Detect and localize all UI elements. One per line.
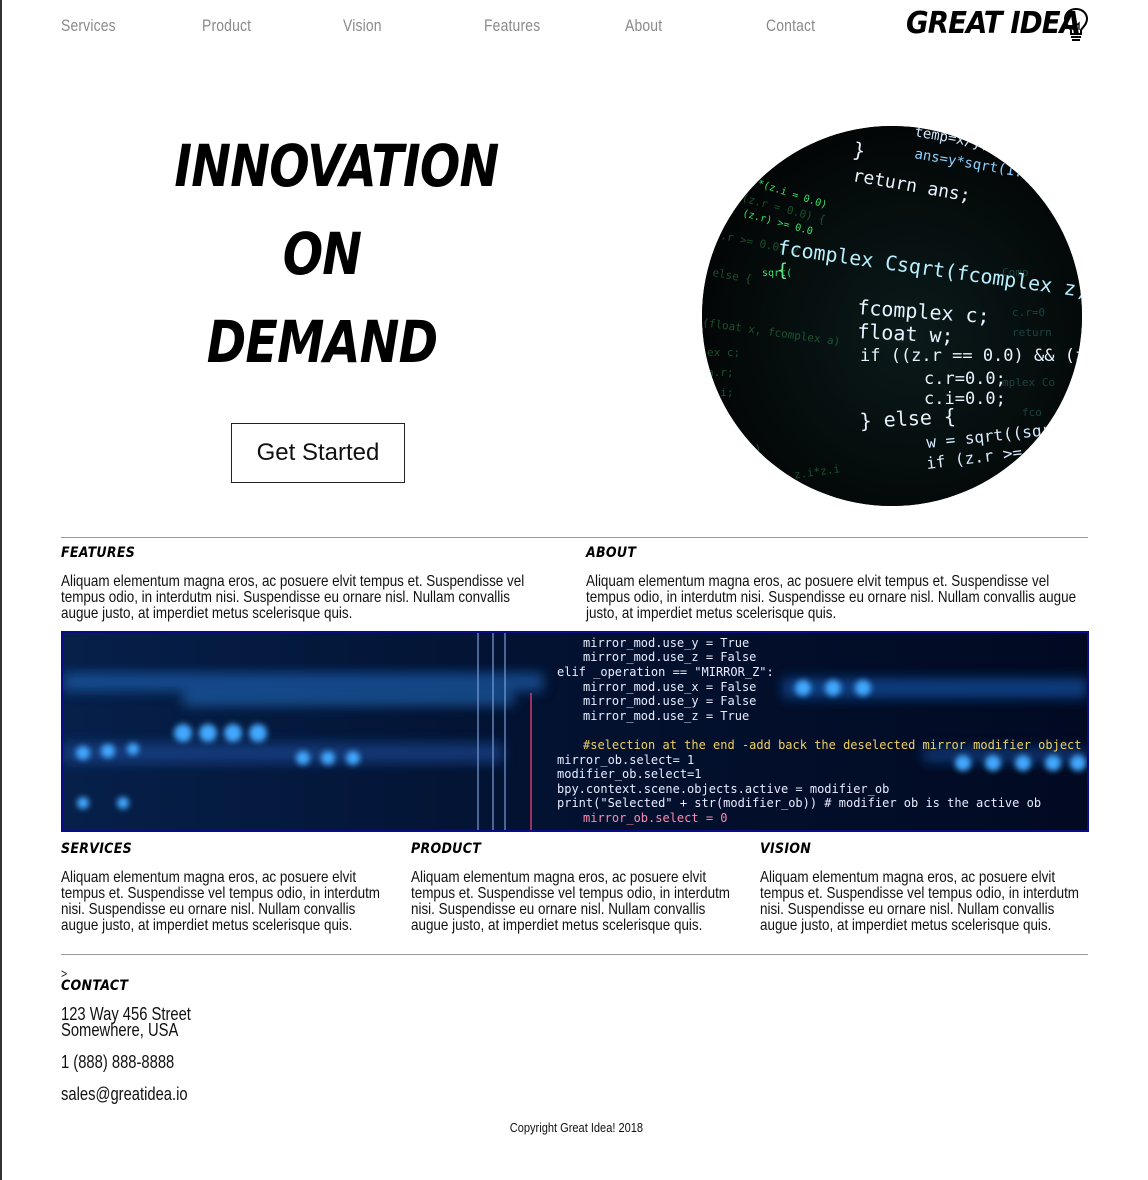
svg-text:omplex z): omplex z): [702, 442, 762, 459]
code-banner: mirror_mod.use_y = True mirror_mod.use_z…: [63, 633, 1087, 830]
svg-text:sqrt(: sqrt(: [762, 268, 792, 279]
lightbulb-icon: [1063, 7, 1089, 41]
about-heading: ABOUT: [586, 545, 637, 561]
code-line: mirror_mod.use_z = True: [583, 709, 749, 723]
nav-link-features[interactable]: Features: [484, 16, 540, 36]
svg-text:a.i;: a.i;: [707, 386, 734, 399]
code-line: modifier_ob.select=1: [557, 767, 702, 781]
product-heading: PRODUCT: [411, 841, 482, 857]
code-line: mirror_mod.use_y = True: [583, 636, 749, 650]
code-banner-image: mirror_mod.use_y = True mirror_mod.use_z…: [61, 631, 1089, 832]
contact-phone[interactable]: 1 (888) 888-8888: [61, 1053, 174, 1071]
code-circle-image: if (z.r = 0.0) { (z.r >= 0.0) ? else { (…: [702, 126, 1082, 506]
services-heading: SERVICES: [61, 841, 132, 857]
nav-link-vision[interactable]: Vision: [343, 16, 382, 36]
services-text: Aliquam elementum magna eros, ac posuere…: [61, 869, 381, 934]
hero-title: INNOVATION ON DEMAND: [174, 122, 499, 386]
about-text: Aliquam elementum magna eros, ac posuere…: [586, 573, 1077, 622]
code-line: elif _operation == "MIRROR_Z":: [557, 665, 774, 679]
divider: [61, 954, 1088, 955]
svg-text:return: return: [1012, 326, 1052, 339]
code-line: mirror_mod.use_x = False: [583, 680, 756, 694]
svg-text:ex c;: ex c;: [707, 346, 740, 359]
features-text: Aliquam elementum magna eros, ac posuere…: [61, 573, 525, 622]
nav-link-contact[interactable]: Contact: [766, 16, 815, 36]
nav-link-services[interactable]: Services: [61, 16, 116, 36]
code-line: mirror_ob.select = 0: [583, 811, 728, 825]
code-line: mirror_mod.use_y = False: [583, 694, 756, 708]
code-image: if (z.r = 0.0) { (z.r >= 0.0) ? else { (…: [702, 126, 1082, 506]
svg-text:fco: fco: [1022, 406, 1042, 419]
code-line: } else {: [859, 404, 956, 433]
product-text: Aliquam elementum magna eros, ac posuere…: [411, 869, 731, 934]
contact-address-line2: Somewhere, USA: [61, 1020, 179, 1040]
code-line: mirror_mod.use_z = False: [583, 650, 756, 664]
svg-text:a.r;: a.r;: [707, 366, 734, 379]
svg-text:c;: c;: [702, 406, 715, 419]
vision-heading: VISION: [760, 841, 812, 857]
hero-title-line: INNOVATION: [174, 132, 499, 200]
features-heading: FEATURES: [61, 545, 136, 561]
get-started-button[interactable]: Get Started: [231, 423, 405, 483]
logo-text[interactable]: GREAT IDEA: [906, 6, 1081, 41]
divider: [61, 537, 1088, 538]
nav-link-product[interactable]: Product: [202, 16, 251, 36]
code-line: c.r=0.0;: [924, 369, 1006, 389]
contact-heading: CONTACT: [61, 978, 129, 994]
copyright-text: Copyright Great Idea! 2018: [509, 1120, 643, 1135]
footer: Copyright Great Idea! 2018: [2, 1120, 1148, 1135]
svg-text:c.r=0: c.r=0: [1012, 306, 1045, 319]
code-line: float w;: [857, 319, 954, 348]
code-line: if ((z.r == 0.0) && (z.i == 0.0)) {: [860, 346, 1082, 366]
code-line: print("Selected" + str(modifier_ob)) # m…: [557, 796, 1041, 810]
code-line: #selection at the end -add back the dese…: [583, 738, 1082, 752]
code-line: mirror_ob.select= 1: [557, 753, 694, 767]
contact-email[interactable]: sales@greatidea.io: [61, 1085, 188, 1103]
hero-title-line: ON: [282, 220, 362, 288]
hero-title-line: DEMAND: [206, 308, 438, 376]
vision-text: Aliquam elementum magna eros, ac posuere…: [760, 869, 1080, 934]
svg-text:mplex Co: mplex Co: [1002, 376, 1055, 389]
nav-link-about[interactable]: About: [625, 16, 662, 36]
code-line: bpy.context.scene.objects.active = modif…: [557, 782, 889, 796]
